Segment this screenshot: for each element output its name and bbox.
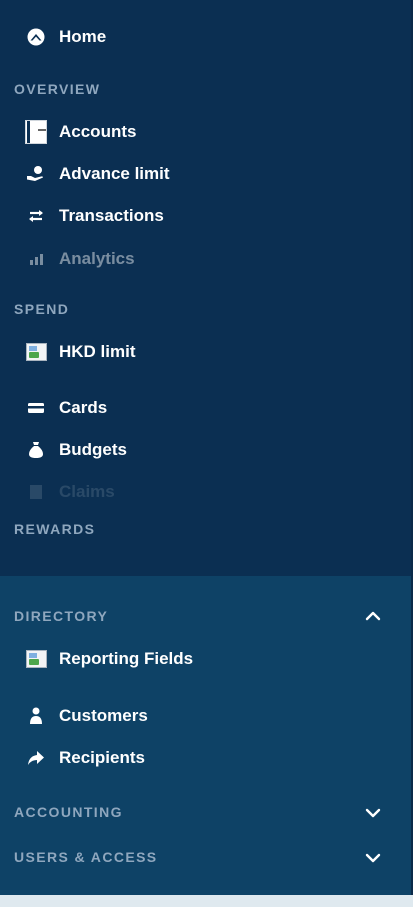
image-placeholder-icon xyxy=(25,648,47,670)
image-placeholder-icon xyxy=(25,341,47,363)
section-header-overview: OVERVIEW xyxy=(14,81,101,97)
money-bag-icon xyxy=(25,439,47,461)
chevron-down-icon[interactable] xyxy=(365,805,381,821)
section-header-users-access[interactable]: USERS & ACCESS xyxy=(14,849,158,865)
sidebar-item-label: Transactions xyxy=(59,206,164,225)
sidebar-item-accounts[interactable]: Accounts xyxy=(0,118,200,146)
sidebar-item-transactions[interactable]: Transactions xyxy=(0,202,220,230)
sidebar-item-claims[interactable]: Claims xyxy=(0,478,200,506)
bar-chart-icon xyxy=(25,248,47,270)
sidebar-item-label: Home xyxy=(59,27,107,46)
sidebar-item-customers[interactable]: Customers xyxy=(0,702,200,730)
sidebar-item-label: Analytics xyxy=(59,249,135,268)
section-header-rewards: REWARDS xyxy=(14,521,96,537)
sidebar: Home OVERVIEW Accounts Advance limit Tra… xyxy=(0,0,413,907)
sidebar-item-label: HKD limit xyxy=(59,342,136,361)
hand-coin-icon xyxy=(25,163,47,185)
chevron-up-icon[interactable] xyxy=(365,608,381,624)
sidebar-item-label: Customers xyxy=(59,706,148,725)
sidebar-item-label: Recipients xyxy=(59,748,145,767)
sidebar-item-reporting-fields[interactable]: Reporting Fields xyxy=(0,645,240,673)
section-header-directory[interactable]: DIRECTORY xyxy=(14,608,108,624)
page-bottom-strip xyxy=(0,895,413,907)
person-icon xyxy=(25,705,47,727)
sidebar-item-label: Reporting Fields xyxy=(59,649,194,668)
accounts-icon xyxy=(25,120,47,144)
sidebar-item-label: Budgets xyxy=(59,440,127,459)
receipt-icon xyxy=(25,481,47,503)
sidebar-scroll-region[interactable]: Home OVERVIEW Accounts Advance limit Tra… xyxy=(0,0,413,576)
sidebar-item-label: Cards xyxy=(59,398,108,417)
credit-card-icon xyxy=(25,397,47,419)
sidebar-item-analytics[interactable]: Analytics xyxy=(0,245,200,273)
sidebar-item-hkd-limit[interactable]: HKD limit xyxy=(0,338,200,366)
section-header-accounting[interactable]: ACCOUNTING xyxy=(14,804,123,820)
share-arrow-icon xyxy=(25,747,47,769)
swap-arrows-icon xyxy=(25,205,47,227)
sidebar-item-cards[interactable]: Cards xyxy=(0,394,200,422)
sidebar-item-label: Claims xyxy=(59,482,115,501)
sidebar-item-home[interactable]: Home xyxy=(0,23,200,51)
section-header-spend: SPEND xyxy=(14,301,70,317)
home-icon xyxy=(25,26,47,48)
sidebar-bottom-panel: DIRECTORY Reporting Fields Customers Rec… xyxy=(0,576,413,907)
sidebar-item-recipients[interactable]: Recipients xyxy=(0,744,200,772)
sidebar-item-label: Advance limit xyxy=(59,164,170,183)
sidebar-item-advance-limit[interactable]: Advance limit xyxy=(0,160,220,188)
chevron-down-icon[interactable] xyxy=(365,850,381,866)
sidebar-item-label: Accounts xyxy=(59,122,137,141)
sidebar-item-budgets[interactable]: Budgets xyxy=(0,436,200,464)
